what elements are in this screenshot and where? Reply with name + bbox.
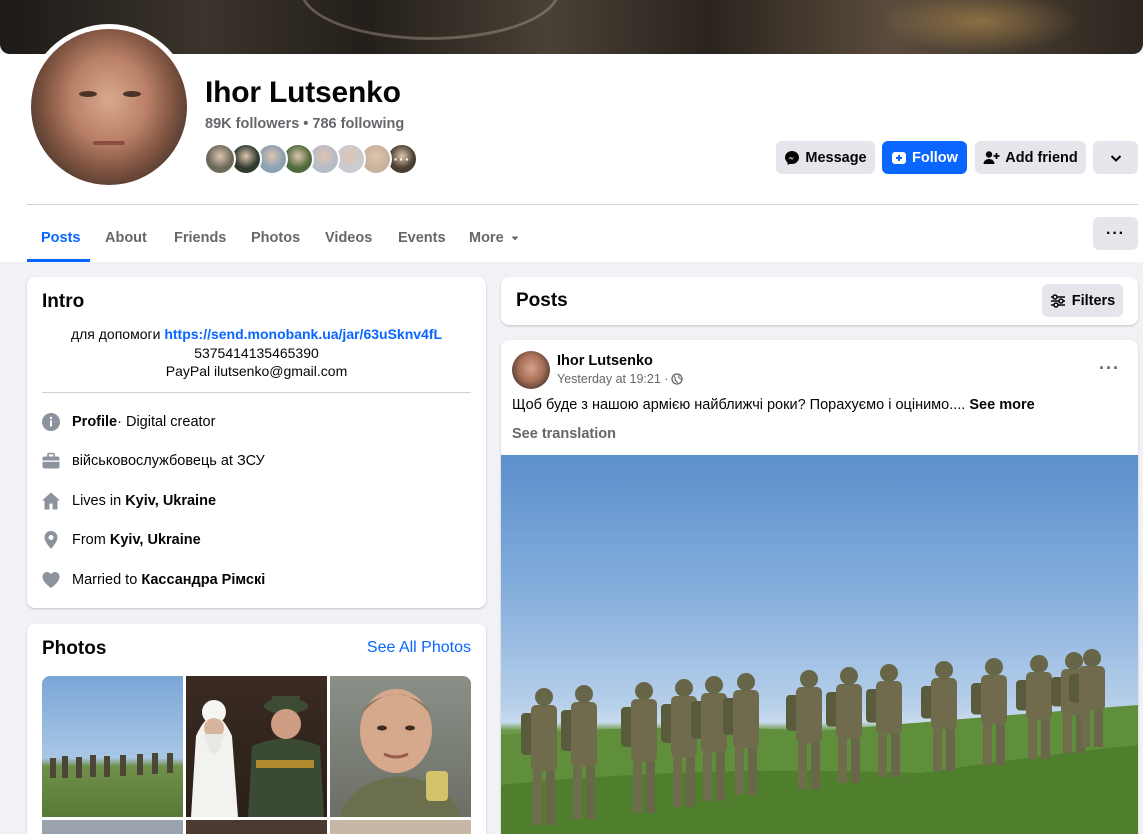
tab-more[interactable]: More [469, 214, 521, 262]
tab-photos[interactable]: Photos [251, 214, 300, 262]
photos-card: Photos See All Photos [27, 624, 486, 834]
bio-donation-link[interactable]: https://send.monobank.ua/jar/63uSknv4fL [164, 326, 442, 342]
filters-label: Filters [1071, 292, 1116, 309]
photos-title: Photos [42, 638, 107, 659]
post-body: Щоб буде з нашою армією найближчі роки? … [512, 397, 966, 413]
intro-card: Intro для допомоги https://send.monobank… [27, 277, 486, 608]
intro-from: From Kyiv, Ukraine [41, 530, 201, 550]
header-divider [27, 204, 1138, 205]
friend-avatar[interactable] [204, 143, 236, 175]
profile-options-dropdown[interactable] [1093, 141, 1138, 174]
bio-line-2: 5375414135465390 [194, 345, 319, 361]
post-timestamp[interactable]: Yesterday at 19:21 · [557, 372, 684, 386]
post-text: Щоб буде з нашою армією найближчі роки? … [512, 397, 1035, 413]
add-friend-button[interactable]: Add friend [975, 141, 1086, 174]
filters-icon [1050, 293, 1065, 308]
message-button[interactable]: Message [776, 141, 875, 174]
from-prefix: From [72, 532, 106, 548]
see-translation-link[interactable]: See translation [512, 426, 616, 442]
see-more-link[interactable]: See more [969, 397, 1034, 413]
profile-avatar[interactable] [26, 24, 192, 190]
bio-line-1: для допомоги https://send.monobank.ua/ja… [27, 326, 486, 342]
post-time-text: Yesterday at 19:21 · [557, 372, 669, 386]
posts-title: Posts [516, 290, 568, 311]
photo-thumbnail[interactable] [330, 820, 471, 834]
intro-profile-type: Profile · Digital creator [41, 412, 215, 432]
globe-icon [671, 373, 684, 385]
filters-button[interactable]: Filters [1042, 284, 1123, 317]
active-tab-indicator [27, 259, 90, 262]
profile-name: Ihor Lutsenko [205, 76, 401, 109]
soldiers-photo [501, 649, 1138, 834]
intro-divider [42, 392, 471, 393]
mutual-friends-avatars[interactable]: ··· [204, 143, 418, 175]
intro-work: військовослужбовець at ЗСУ [41, 451, 265, 471]
tabs-overflow-button[interactable]: ··· [1093, 217, 1138, 250]
bio-prefix: для допомоги [70, 326, 161, 342]
message-button-label: Message [805, 149, 867, 166]
briefcase-icon [41, 451, 61, 471]
work-text: військовослужбовець at ЗСУ [72, 453, 265, 469]
post-card: Ihor Lutsenko Yesterday at 19:21 · ··· Щ… [501, 340, 1138, 834]
tab-posts[interactable]: Posts [41, 214, 81, 262]
info-icon [41, 412, 61, 432]
post-options-button[interactable]: ··· [1099, 358, 1120, 379]
profile-type-value: · Digital creator [117, 414, 216, 430]
tab-friends[interactable]: Friends [174, 214, 226, 262]
lives-place[interactable]: Kyiv, Ukraine [125, 493, 216, 509]
add-friend-button-label: Add friend [1005, 149, 1078, 166]
photo-thumbnail[interactable] [330, 676, 471, 817]
posts-header-card: Posts Filters [501, 277, 1138, 325]
cover-photo[interactable] [0, 0, 1143, 54]
follow-button-label: Follow [912, 149, 958, 166]
intro-lives-in: Lives in Kyiv, Ukraine [41, 491, 216, 511]
home-icon [41, 491, 61, 511]
follow-button[interactable]: Follow [882, 141, 967, 174]
photo-thumbnail[interactable] [186, 820, 327, 834]
photo-thumbnail[interactable] [186, 676, 327, 817]
lives-prefix: Lives in [72, 493, 122, 509]
profile-header: Ihor Lutsenko 89K followers • 786 follow… [0, 24, 1143, 262]
from-place[interactable]: Kyiv, Ukraine [110, 532, 201, 548]
chevron-down-icon [1110, 154, 1121, 162]
tab-about[interactable]: About [105, 214, 147, 262]
follower-stats[interactable]: 89K followers • 786 following [205, 116, 404, 132]
tab-more-label: More [469, 230, 504, 246]
see-all-photos-link[interactable]: See All Photos [367, 639, 471, 657]
tab-videos[interactable]: Videos [325, 214, 372, 262]
post-author-avatar[interactable] [512, 351, 550, 389]
profile-type-label: Profile [72, 414, 118, 430]
caret-down-icon [511, 236, 519, 241]
photo-thumbnail[interactable] [42, 820, 183, 834]
messenger-icon [785, 150, 800, 165]
spouse-name[interactable]: Кассандра Рімскі [141, 572, 265, 588]
post-image[interactable] [501, 455, 1138, 834]
heart-icon [41, 570, 61, 590]
location-pin-icon [41, 530, 61, 550]
intro-title: Intro [42, 291, 85, 312]
married-prefix: Married to [72, 572, 138, 588]
tab-events[interactable]: Events [398, 214, 446, 262]
intro-relationship: Married to Кассандра Рімскі [41, 570, 265, 590]
photo-thumbnail[interactable] [42, 676, 183, 817]
bio-line-3: PayPal ilutsenko@gmail.com [165, 363, 348, 379]
follow-plus-icon [892, 151, 907, 164]
add-friend-icon [983, 150, 1000, 164]
post-author-name[interactable]: Ihor Lutsenko [557, 353, 653, 369]
